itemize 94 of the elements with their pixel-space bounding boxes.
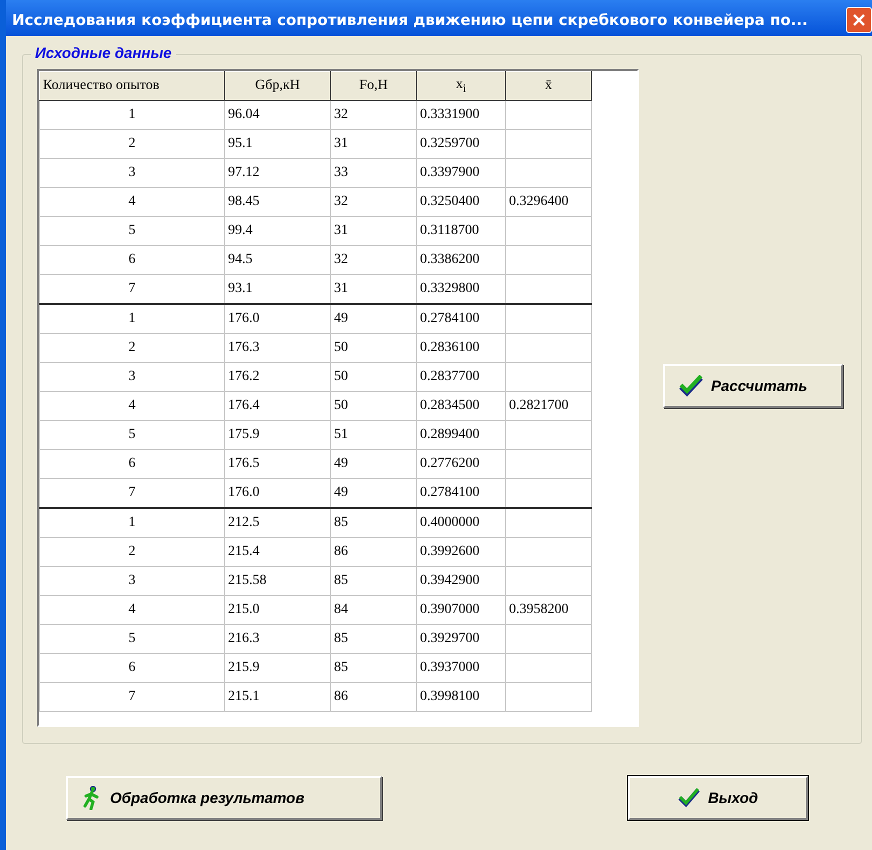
table-cell: 176.3 <box>224 334 330 362</box>
table-cell: 7 <box>40 274 224 304</box>
table-cell: 212.5 <box>224 508 330 538</box>
table-cell: 1 <box>40 100 224 130</box>
table-cell: 1 <box>40 304 224 334</box>
table-cell: 32 <box>330 100 416 130</box>
column-header[interactable]: x$_{i}$ <box>416 72 506 100</box>
table-cell: 0.3942900 <box>416 566 506 596</box>
table-cell: 0.2837700 <box>416 362 506 392</box>
table-cell: 215.9 <box>224 654 330 682</box>
table-cell: 0.3397900 <box>416 158 506 188</box>
table-cell: 0.3259700 <box>416 130 506 158</box>
table-cell: 85 <box>330 624 416 654</box>
table-cell: 2 <box>40 130 224 158</box>
table-cell: 32 <box>330 246 416 274</box>
table-cell: 0.2834500 <box>416 392 506 420</box>
table-cell: 215.0 <box>224 596 330 624</box>
table-cell: 0.2899400 <box>416 420 506 450</box>
close-icon <box>852 13 866 27</box>
table-cell: 32 <box>330 188 416 216</box>
table-cell: 215.1 <box>224 682 330 712</box>
table-cell: 176.0 <box>224 304 330 334</box>
table-cell: 4 <box>40 392 224 420</box>
table-cell: 0.2776200 <box>416 450 506 478</box>
table-cell: 0.3331900 <box>416 100 506 130</box>
table-cell: 99.4 <box>224 216 330 246</box>
table-cell: 215.4 <box>224 538 330 566</box>
table-cell: 6 <box>40 450 224 478</box>
table-cell: 86 <box>330 538 416 566</box>
table-cell: 7 <box>40 478 224 508</box>
column-header[interactable]: Gбр,кН <box>224 72 330 100</box>
column-header[interactable]: x̄ <box>506 72 592 100</box>
table-cell: 84 <box>330 596 416 624</box>
table-cell: 175.9 <box>224 420 330 450</box>
table-cell: 51 <box>330 420 416 450</box>
table-cell: 50 <box>330 392 416 420</box>
table-cell: 0.3907000 <box>416 596 506 624</box>
table-cell: 0.3937000 <box>416 654 506 682</box>
table-cell: 3 <box>40 158 224 188</box>
table-cell: 95.1 <box>224 130 330 158</box>
table-cell: 0.3958200 <box>506 596 592 624</box>
table-cell: 31 <box>330 216 416 246</box>
table-cell: 5 <box>40 216 224 246</box>
table-cell: 0.2836100 <box>416 334 506 362</box>
table-cell: 2 <box>40 538 224 566</box>
table-cell: 0.3386200 <box>416 246 506 274</box>
table-cell: 50 <box>330 362 416 392</box>
table-cell: 6 <box>40 246 224 274</box>
table-cell: 176.5 <box>224 450 330 478</box>
table-cell: 0.2784100 <box>416 304 506 334</box>
table-cell: 49 <box>330 304 416 334</box>
table-cell: 49 <box>330 450 416 478</box>
table-cell: 98.45 <box>224 188 330 216</box>
table-cell: 3 <box>40 566 224 596</box>
table-cell: 85 <box>330 566 416 596</box>
table-cell: 0.3929700 <box>416 624 506 654</box>
process-results-button[interactable]: Обработка результатов <box>66 776 382 820</box>
table-cell: 50 <box>330 334 416 362</box>
table-cell: 4 <box>40 188 224 216</box>
calculate-button[interactable]: Рассчитать <box>663 364 843 408</box>
table-cell: 0.3992600 <box>416 538 506 566</box>
table-cell: 3 <box>40 362 224 392</box>
table-cell: 0.3250400 <box>416 188 506 216</box>
table-cell: 216.3 <box>224 624 330 654</box>
column-header[interactable]: Количество опытов <box>40 72 224 100</box>
table-cell: 86 <box>330 682 416 712</box>
column-header[interactable]: Fo,H <box>330 72 416 100</box>
table-cell: 7 <box>40 682 224 712</box>
close-button[interactable] <box>846 7 872 33</box>
table-cell: 176.4 <box>224 392 330 420</box>
table-cell: 96.04 <box>224 100 330 130</box>
table-cell: 2 <box>40 334 224 362</box>
exit-button[interactable]: Выход <box>628 776 808 820</box>
table-cell: 1 <box>40 508 224 538</box>
checkmark-icon <box>678 788 700 808</box>
table-cell: 5 <box>40 420 224 450</box>
table-cell: 0.4000000 <box>416 508 506 538</box>
table-cell: 85 <box>330 654 416 682</box>
window-title: Исследования коэффициента сопротивления движению цепи скребкового конвейера по... <box>12 11 808 29</box>
table-cell: 97.12 <box>224 158 330 188</box>
checkmark-icon <box>679 375 703 397</box>
table-cell: 31 <box>330 130 416 158</box>
table-cell: 85 <box>330 508 416 538</box>
table-cell: 0.2821700 <box>506 392 592 420</box>
table-cell: 215.58 <box>224 566 330 596</box>
table-cell: 0.3998100 <box>416 682 506 712</box>
table-cell: 33 <box>330 158 416 188</box>
table-cell: 94.5 <box>224 246 330 274</box>
table-cell: 0.3118700 <box>416 216 506 246</box>
table-cell: 4 <box>40 596 224 624</box>
table-cell: 0.3296400 <box>506 188 592 216</box>
table-cell: 6 <box>40 654 224 682</box>
table-cell: 176.2 <box>224 362 330 392</box>
table-cell: 5 <box>40 624 224 654</box>
